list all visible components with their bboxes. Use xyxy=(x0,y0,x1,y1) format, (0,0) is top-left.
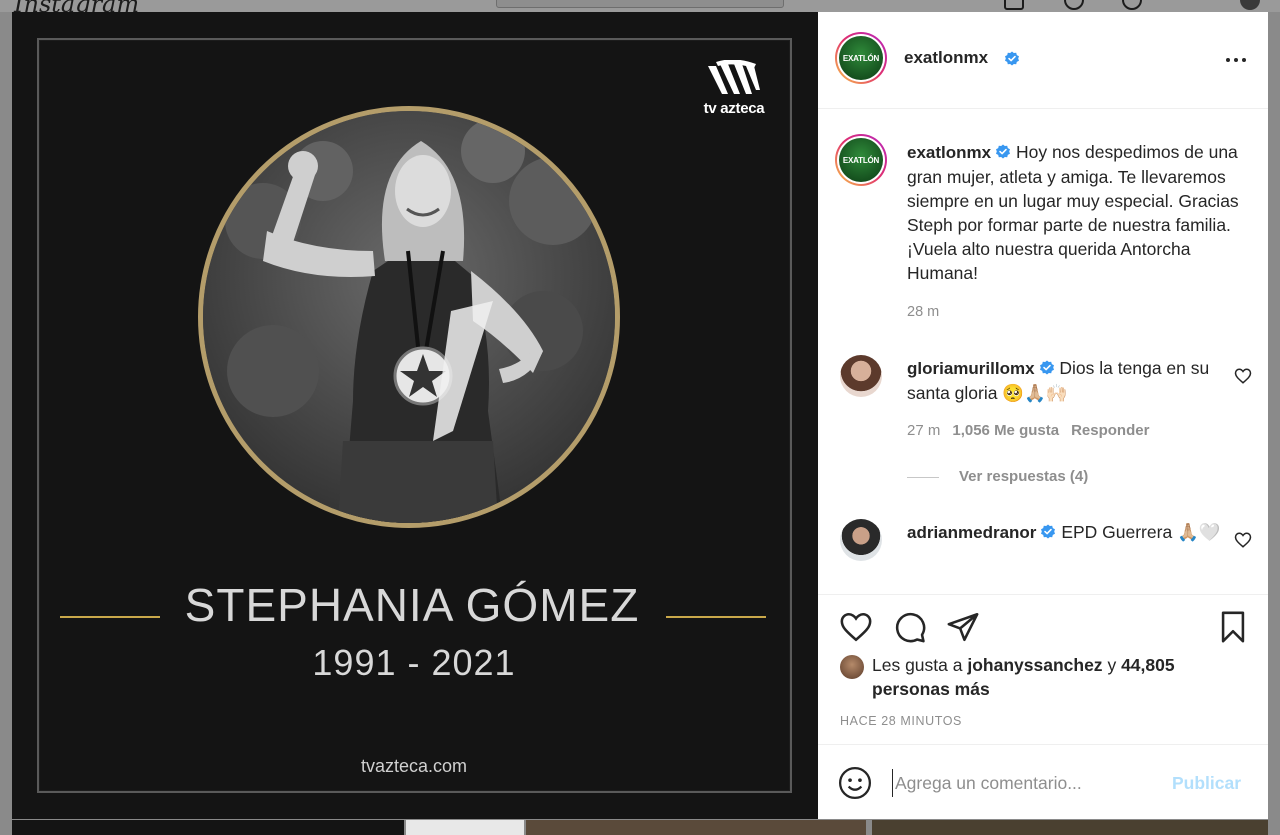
actions-divider xyxy=(818,594,1268,595)
comment-input[interactable] xyxy=(892,769,1162,797)
like-comment-heart-icon[interactable] xyxy=(1234,367,1252,385)
author-username[interactable]: exatlonmx xyxy=(904,48,988,68)
like-heart-icon[interactable] xyxy=(839,610,873,644)
background-thumbnail xyxy=(526,820,866,835)
background-thumbnail xyxy=(406,820,524,835)
more-options-icon[interactable] xyxy=(1224,58,1248,64)
athlete-portrait xyxy=(198,106,620,528)
view-replies-label: Ver respuestas (4) xyxy=(959,468,1089,485)
verified-badge-icon xyxy=(1005,51,1019,66)
replies-divider xyxy=(907,476,939,478)
liker-username[interactable]: johanyssanchez xyxy=(967,655,1102,675)
caption-time[interactable]: 28 m xyxy=(907,304,939,320)
save-bookmark-icon[interactable] xyxy=(1216,610,1250,644)
comment: adrianmedranor EPD Guerrera 🙏🏼🤍 xyxy=(907,520,1227,545)
comment-username[interactable]: adrianmedranor xyxy=(907,523,1036,542)
verified-badge-icon xyxy=(1039,360,1054,375)
likes-conjunction: y xyxy=(1107,655,1117,675)
likes-prefix: Les gusta a xyxy=(872,655,963,675)
memorial-years: 1991 - 2021 xyxy=(312,642,516,683)
add-comment-bar: Publicar xyxy=(818,744,1268,819)
liker-avatar[interactable] xyxy=(840,655,864,679)
background-search-box xyxy=(496,0,784,8)
caption-author-avatar[interactable]: EXATLÓN xyxy=(835,134,887,186)
comment: gloriamurillomx Dios la tenga en su sant… xyxy=(907,356,1227,405)
likes-text: Les gusta a johanyssanchez y 44,805 pers… xyxy=(872,653,1242,701)
post-image[interactable]: tv azteca STEPHANIA GÓMEZ 1991 - 2021 tv… xyxy=(12,12,818,819)
comment-time[interactable]: 27 m xyxy=(907,422,940,439)
background-thumbnail xyxy=(12,820,404,835)
emoji-smiley-icon[interactable] xyxy=(838,766,872,800)
caption-username[interactable]: exatlonmx xyxy=(907,143,991,162)
left-gold-divider xyxy=(60,616,160,618)
comment-bubble-icon[interactable] xyxy=(893,610,927,644)
memorial-name: STEPHANIA GÓMEZ xyxy=(184,579,640,631)
commenter-avatar[interactable] xyxy=(840,355,882,397)
post-details-panel: EXATLÓN exatlonmx EXATLÓN exatlonmx Hoy … xyxy=(818,12,1268,819)
reply-button[interactable]: Responder xyxy=(1071,422,1149,439)
right-gold-divider xyxy=(666,616,766,618)
tv-azteca-logo: tv azteca xyxy=(698,60,770,120)
brand-label: tv azteca xyxy=(703,100,765,117)
publish-button[interactable]: Publicar xyxy=(1172,773,1241,794)
post-header: EXATLÓN exatlonmx xyxy=(818,12,1268,109)
tv-azteca-symbol-icon xyxy=(708,60,760,94)
view-replies-button[interactable]: Ver respuestas (4) xyxy=(907,468,1088,485)
exatlon-logo: EXATLÓN xyxy=(839,138,883,182)
author-avatar[interactable]: EXATLÓN xyxy=(835,32,887,84)
commenter-avatar[interactable] xyxy=(840,519,882,561)
website-label: tvazteca.com xyxy=(360,756,468,776)
comment-likes[interactable]: 1,056 Me gusta xyxy=(952,422,1059,439)
like-comment-heart-icon[interactable] xyxy=(1234,531,1252,549)
exatlon-logo: EXATLÓN xyxy=(839,36,883,80)
post-timestamp[interactable]: HACE 28 MINUTOS xyxy=(840,714,962,728)
comment-meta: 27 m 1,056 Me gusta Responder xyxy=(907,422,1149,439)
verified-badge-icon xyxy=(1041,524,1056,539)
comment-text: EPD Guerrera 🙏🏼🤍 xyxy=(1061,522,1221,542)
background-home-icon xyxy=(1004,0,1024,10)
comment-username[interactable]: gloriamurillomx xyxy=(907,359,1035,378)
verified-badge-icon xyxy=(996,144,1011,159)
caption-text: Hoy nos despedimos de una gran mujer, at… xyxy=(907,142,1239,283)
background-thumbnail xyxy=(872,820,1268,835)
post-caption: exatlonmx Hoy nos despedimos de una gran… xyxy=(907,140,1247,285)
share-paper-plane-icon[interactable] xyxy=(946,610,980,644)
